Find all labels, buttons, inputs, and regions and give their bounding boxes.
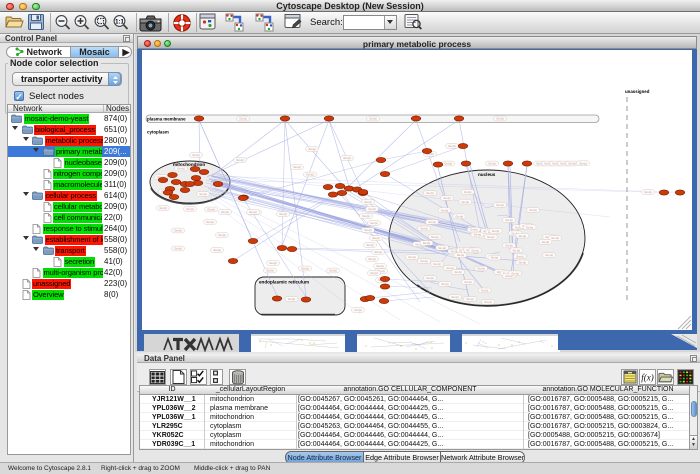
svg-text:Gn-(s): Gn-(s) — [221, 210, 228, 214]
svg-text:Gn-(s): Gn-(s) — [431, 235, 438, 239]
svg-text:Gn-(s): Gn-(s) — [186, 207, 193, 211]
svg-text:Gn-(s): Gn-(s) — [249, 210, 256, 214]
svg-text:Gn-(s): Gn-(s) — [368, 257, 375, 261]
svg-text:Gn-(s): Gn-(s) — [454, 270, 461, 274]
svg-text:Gn-(s): Gn-(s) — [474, 233, 481, 237]
svg-text:Gn-(s): Gn-(s) — [362, 214, 369, 218]
svg-text:Gn-(s): Gn-(s) — [492, 229, 499, 233]
svg-text:Gn-(s): Gn-(s) — [519, 234, 526, 238]
svg-text:Gn-(s): Gn-(s) — [239, 117, 246, 121]
svg-text:cytoplasm: cytoplasm — [147, 130, 169, 135]
svg-text:Gn-(s): Gn-(s) — [464, 280, 471, 284]
svg-text:Gn-(s): Gn-(s) — [177, 167, 184, 171]
svg-text:Gn-(s): Gn-(s) — [308, 147, 315, 151]
svg-text:Gn-(s): Gn-(s) — [496, 203, 503, 207]
svg-text:Gn-(s): Gn-(s) — [426, 276, 433, 280]
svg-text:Gn-(s): Gn-(s) — [159, 206, 166, 210]
svg-text:Gn-(s): Gn-(s) — [423, 241, 430, 245]
svg-text:Gn-(s): Gn-(s) — [551, 236, 558, 240]
svg-text:Gn-(s): Gn-(s) — [516, 254, 523, 258]
svg-text:Gn-(s): Gn-(s) — [426, 191, 433, 195]
svg-text:Gn-(s): Gn-(s) — [477, 267, 484, 271]
svg-text:Gn-(s): Gn-(s) — [529, 208, 536, 212]
svg-text:Gn-(s): Gn-(s) — [545, 253, 552, 257]
svg-text:Gn-(s): Gn-(s) — [366, 243, 373, 247]
svg-text:Gn-(s): Gn-(s) — [364, 200, 371, 204]
svg-text:Gn-(s): Gn-(s) — [496, 117, 503, 121]
svg-text:Gn-(s): Gn-(s) — [488, 162, 495, 166]
svg-text:Gn-(s): Gn-(s) — [420, 227, 427, 231]
svg-text:Gn-(s): Gn-(s) — [441, 208, 448, 212]
svg-text:Gn-(s): Gn-(s) — [420, 259, 427, 263]
svg-text:unassigned: unassigned — [625, 89, 650, 94]
svg-text:Gn-(s): Gn-(s) — [457, 253, 464, 257]
svg-text:Gn-(s): Gn-(s) — [579, 161, 586, 165]
svg-text:Gn-(s): Gn-(s) — [462, 200, 469, 204]
svg-text:Gn-(s): Gn-(s) — [369, 117, 376, 121]
svg-text:plasma membrane: plasma membrane — [147, 117, 186, 122]
svg-text:Gn-(s): Gn-(s) — [364, 228, 371, 232]
svg-text:Gn-(s): Gn-(s) — [206, 220, 213, 224]
svg-text:Gn-(s): Gn-(s) — [505, 244, 512, 248]
svg-text:Gn-(s): Gn-(s) — [374, 250, 381, 254]
svg-text:Gn-(s): Gn-(s) — [372, 236, 379, 240]
svg-text:Gn-(s): Gn-(s) — [174, 229, 181, 233]
svg-text:Gn-(s): Gn-(s) — [511, 271, 518, 275]
svg-text:Gn-(s): Gn-(s) — [487, 235, 494, 239]
svg-text:Gn-(s): Gn-(s) — [441, 282, 448, 286]
svg-text:Gn-(s): Gn-(s) — [471, 248, 478, 252]
svg-text:Gn-(s): Gn-(s) — [446, 266, 453, 270]
svg-text:Gn-(s): Gn-(s) — [456, 214, 463, 218]
svg-text:Gn-(s): Gn-(s) — [174, 247, 181, 251]
svg-text:endoplasmic reticulum: endoplasmic reticulum — [259, 280, 309, 285]
svg-text:Gn-(s): Gn-(s) — [408, 255, 415, 259]
svg-text:Gn-(s): Gn-(s) — [192, 153, 199, 157]
svg-text:Gn-(s): Gn-(s) — [329, 269, 336, 273]
svg-text:Gn-(s): Gn-(s) — [236, 158, 243, 162]
svg-text:Gn-(s): Gn-(s) — [293, 165, 300, 169]
svg-text:Gn-(s): Gn-(s) — [376, 264, 383, 268]
svg-text:Gn-(s): Gn-(s) — [439, 246, 446, 250]
svg-text:1:1: 1:1 — [115, 20, 124, 26]
svg-text:Gn-(s): Gn-(s) — [464, 190, 471, 194]
svg-text:Gn-(s): Gn-(s) — [269, 261, 276, 265]
svg-text:Gn-(s): Gn-(s) — [218, 233, 225, 237]
svg-text:Gn-(s): Gn-(s) — [568, 162, 575, 166]
svg-text:Gn-(s): Gn-(s) — [448, 144, 455, 148]
svg-text:Gn-(s): Gn-(s) — [368, 207, 375, 211]
svg-text:Gn-(s): Gn-(s) — [484, 300, 491, 304]
svg-text:Gn-(s): Gn-(s) — [505, 218, 512, 222]
svg-text:Gn-(s): Gn-(s) — [466, 297, 473, 301]
svg-text:Gn-(s): Gn-(s) — [370, 271, 377, 275]
svg-text:Gn-(s): Gn-(s) — [306, 173, 313, 177]
svg-text:Gn-(s): Gn-(s) — [370, 221, 377, 225]
svg-text:nucleus: nucleus — [478, 172, 496, 177]
svg-text:Gn-(s): Gn-(s) — [199, 192, 206, 196]
svg-text:Gn-(s): Gn-(s) — [343, 156, 350, 160]
svg-text:Gn-(s): Gn-(s) — [491, 256, 498, 260]
svg-text:Gn-(s): Gn-(s) — [481, 289, 488, 293]
svg-text:Gn-(s): Gn-(s) — [644, 190, 651, 194]
svg-text:Gn-(s): Gn-(s) — [428, 220, 435, 224]
svg-text:Gn-(s): Gn-(s) — [279, 212, 286, 216]
svg-text:Gn-(s): Gn-(s) — [451, 295, 458, 299]
svg-text:Gn-(s): Gn-(s) — [519, 261, 526, 265]
svg-text:Gn-(s): Gn-(s) — [213, 248, 220, 252]
svg-text:Gn-(s): Gn-(s) — [542, 240, 549, 244]
svg-text:Gn-(s): Gn-(s) — [444, 162, 451, 166]
svg-text:Gn-(s): Gn-(s) — [207, 208, 214, 212]
svg-text:Gn-(s): Gn-(s) — [433, 262, 440, 266]
svg-text:Gn-(s): Gn-(s) — [301, 267, 308, 271]
svg-text:Gn-(s): Gn-(s) — [354, 308, 361, 312]
svg-text:Gn-(s): Gn-(s) — [288, 297, 295, 301]
svg-text:Gn-(s): Gn-(s) — [443, 196, 450, 200]
svg-text:Gn-(s): Gn-(s) — [470, 228, 477, 232]
svg-text:Gn-(s): Gn-(s) — [266, 269, 273, 273]
svg-text:Gn-(s): Gn-(s) — [526, 225, 533, 229]
svg-text:Gn-(s): Gn-(s) — [513, 248, 520, 252]
svg-text:f(x): f(x) — [641, 373, 654, 383]
